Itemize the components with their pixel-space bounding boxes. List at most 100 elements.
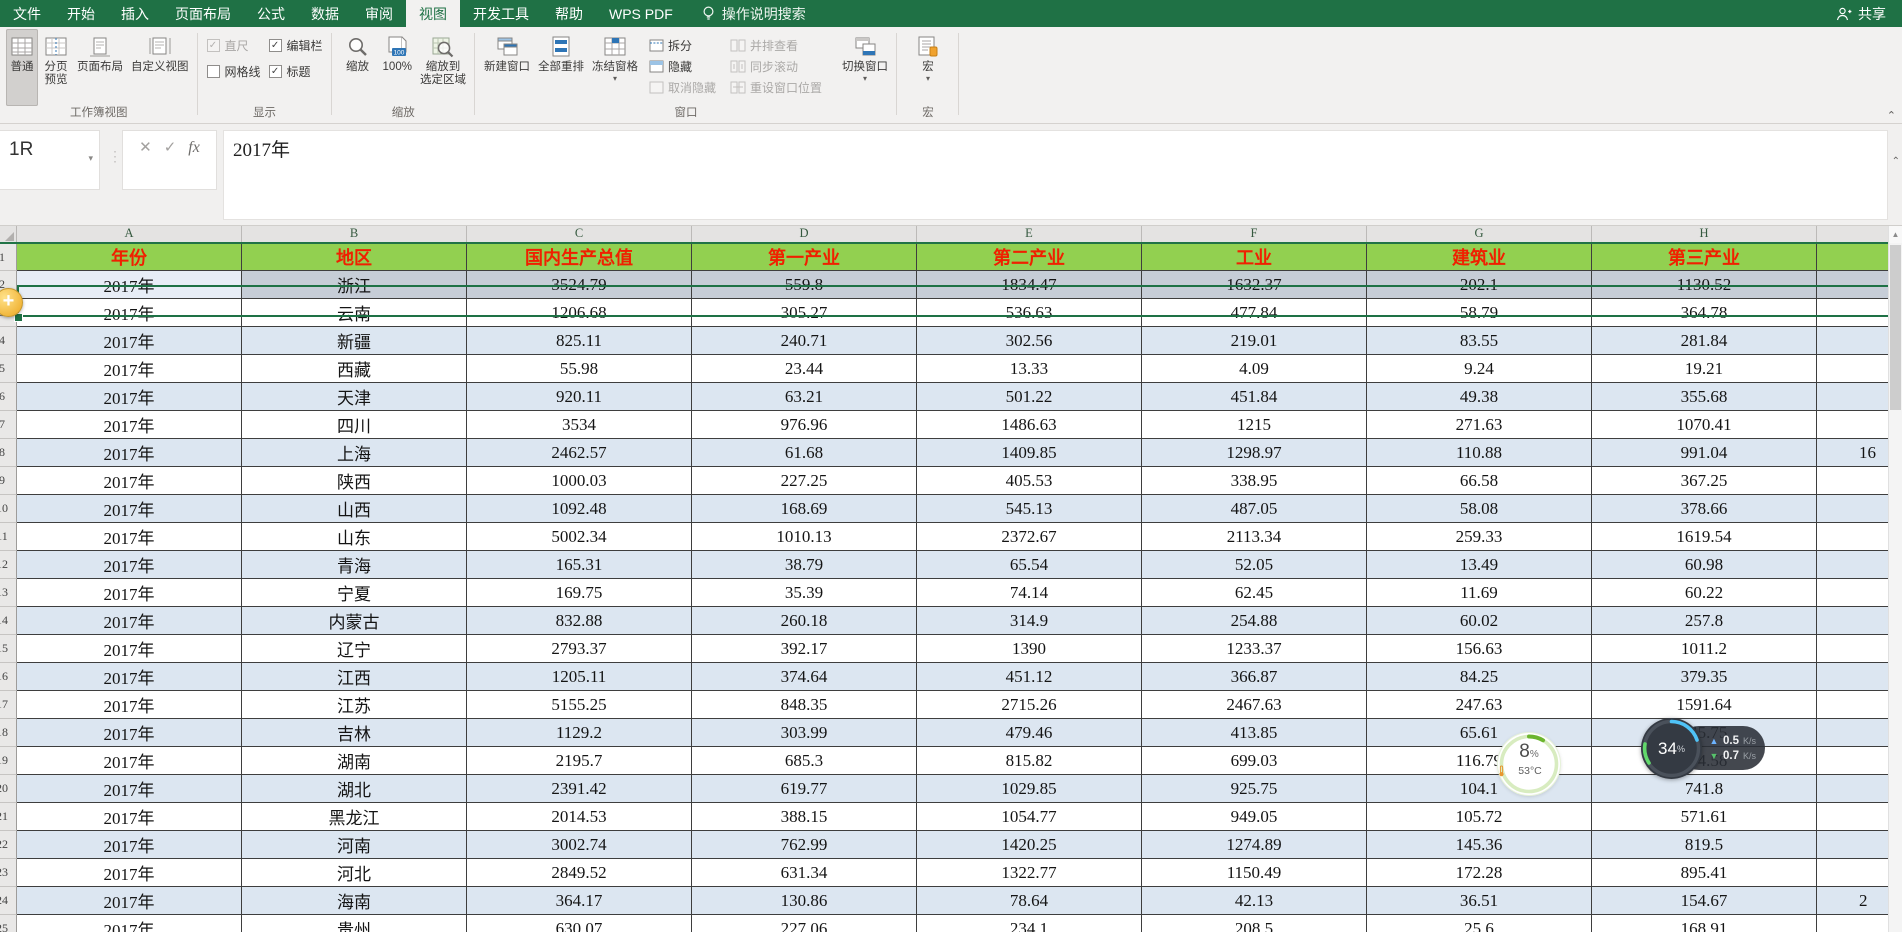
cell-I21[interactable] <box>1817 803 1888 831</box>
cell-H3[interactable]: 364.78 <box>1592 299 1817 327</box>
cell-I11[interactable] <box>1817 523 1888 551</box>
cell-C14[interactable]: 832.88 <box>467 607 692 635</box>
cell-D17[interactable]: 848.35 <box>692 691 917 719</box>
header-cell-6[interactable]: 建筑业 <box>1367 244 1592 271</box>
cell-F17[interactable]: 2467.63 <box>1142 691 1367 719</box>
synchronous-scrolling-button[interactable]: 同步滚动 <box>723 56 829 77</box>
cell-E2[interactable]: 1834.47 <box>917 271 1142 299</box>
cell-C17[interactable]: 5155.25 <box>467 691 692 719</box>
cell-B15[interactable]: 辽宁 <box>242 635 467 663</box>
scrollbar-thumb[interactable] <box>1890 245 1901 410</box>
row-header-6[interactable]: 6 <box>0 383 17 411</box>
cell-F8[interactable]: 1298.97 <box>1142 439 1367 467</box>
ribbon-tab-5[interactable]: 数据 <box>298 0 352 27</box>
select-all-corner[interactable] <box>0 226 17 242</box>
ribbon-tab-3[interactable]: 页面布局 <box>162 0 244 27</box>
cell-E6[interactable]: 501.22 <box>917 383 1142 411</box>
cell-G10[interactable]: 58.08 <box>1367 495 1592 523</box>
cell-E5[interactable]: 13.33 <box>917 355 1142 383</box>
cell-H25[interactable]: 168.91 <box>1592 915 1817 932</box>
zoom-100-button[interactable]: 100 100% <box>380 29 415 106</box>
cell-G14[interactable]: 60.02 <box>1367 607 1592 635</box>
gridlines-checkbox[interactable]: 网格线 <box>207 63 261 80</box>
freeze-panes-button[interactable]: 冻结窗格 ▾ <box>589 29 641 106</box>
cell-F14[interactable]: 254.88 <box>1142 607 1367 635</box>
cell-A21[interactable]: 2017年 <box>17 803 242 831</box>
cell-E16[interactable]: 451.12 <box>917 663 1142 691</box>
cell-C8[interactable]: 2462.57 <box>467 439 692 467</box>
cell-C15[interactable]: 2793.37 <box>467 635 692 663</box>
cell-I5[interactable] <box>1817 355 1888 383</box>
confirm-entry-icon[interactable]: ✓ <box>164 140 177 189</box>
cell-E9[interactable]: 405.53 <box>917 467 1142 495</box>
ribbon-tab-2[interactable]: 插入 <box>108 0 162 27</box>
ribbon-tab-4[interactable]: 公式 <box>244 0 298 27</box>
cell-D6[interactable]: 63.21 <box>692 383 917 411</box>
cell-H2[interactable]: 1130.52 <box>1592 271 1817 299</box>
row-header-23[interactable]: 23 <box>0 859 17 887</box>
column-header-B[interactable]: B <box>242 226 467 242</box>
cell-E3[interactable]: 536.63 <box>917 299 1142 327</box>
network-monitor-overlay[interactable]: ▲ 0.5 K/s ▼ 0.7 K/s 34% <box>1641 718 1765 779</box>
cell-B3[interactable]: 云南 <box>242 299 467 327</box>
column-header-G[interactable]: G <box>1367 226 1592 242</box>
cell-I20[interactable] <box>1817 775 1888 803</box>
cpu-temp-monitor-overlay[interactable]: 8% 53°C <box>1498 733 1560 795</box>
cell-A2[interactable]: 2017年 <box>17 271 242 299</box>
name-box[interactable]: 1R ▾ <box>0 130 100 190</box>
cell-G11[interactable]: 259.33 <box>1367 523 1592 551</box>
cell-B9[interactable]: 陕西 <box>242 467 467 495</box>
cell-C19[interactable]: 2195.7 <box>467 747 692 775</box>
cell-A22[interactable]: 2017年 <box>17 831 242 859</box>
ribbon-tab-0[interactable]: 文件 <box>0 0 54 27</box>
normal-view-button[interactable]: 普通 <box>6 29 38 106</box>
cell-E25[interactable]: 234.1 <box>917 915 1142 932</box>
cell-B16[interactable]: 江西 <box>242 663 467 691</box>
cell-C2[interactable]: 3524.79 <box>467 271 692 299</box>
cell-E24[interactable]: 78.64 <box>917 887 1142 915</box>
row-header-19[interactable]: 19 <box>0 747 17 775</box>
cell-I13[interactable] <box>1817 579 1888 607</box>
cell-D16[interactable]: 374.64 <box>692 663 917 691</box>
cell-F11[interactable]: 2113.34 <box>1142 523 1367 551</box>
cell-A13[interactable]: 2017年 <box>17 579 242 607</box>
cell-I12[interactable] <box>1817 551 1888 579</box>
cell-A9[interactable]: 2017年 <box>17 467 242 495</box>
column-header-D[interactable]: D <box>692 226 917 242</box>
cell-I3[interactable] <box>1817 299 1888 327</box>
cell-I4[interactable] <box>1817 327 1888 355</box>
cell-I24[interactable]: 2 <box>1817 887 1888 915</box>
new-window-button[interactable]: 新建窗口 <box>481 29 533 106</box>
unhide-button[interactable]: 取消隐藏 <box>642 77 723 98</box>
cell-B19[interactable]: 湖南 <box>242 747 467 775</box>
switch-windows-button[interactable]: 切换窗口 ▾ <box>839 29 891 106</box>
cell-G13[interactable]: 11.69 <box>1367 579 1592 607</box>
name-box-dropdown-caret[interactable]: ▾ <box>88 153 93 164</box>
cell-H17[interactable]: 1591.64 <box>1592 691 1817 719</box>
cell-G9[interactable]: 66.58 <box>1367 467 1592 495</box>
cell-A10[interactable]: 2017年 <box>17 495 242 523</box>
cell-D11[interactable]: 1010.13 <box>692 523 917 551</box>
view-side-by-side-button[interactable]: 并排查看 <box>723 35 829 56</box>
cell-C23[interactable]: 2849.52 <box>467 859 692 887</box>
scroll-up-arrow[interactable]: ▲ <box>1889 226 1902 243</box>
cell-H21[interactable]: 571.61 <box>1592 803 1817 831</box>
cell-A11[interactable]: 2017年 <box>17 523 242 551</box>
ribbon-tab-6[interactable]: 审阅 <box>352 0 406 27</box>
cell-C18[interactable]: 1129.2 <box>467 719 692 747</box>
cell-C10[interactable]: 1092.48 <box>467 495 692 523</box>
zoom-to-selection-button[interactable]: 缩放到 选定区域 <box>417 29 469 106</box>
cell-H12[interactable]: 60.98 <box>1592 551 1817 579</box>
cell-E10[interactable]: 545.13 <box>917 495 1142 523</box>
cell-G16[interactable]: 84.25 <box>1367 663 1592 691</box>
headings-checkbox[interactable]: ✓ 标题 <box>269 63 323 80</box>
cell-E21[interactable]: 1054.77 <box>917 803 1142 831</box>
column-header-A[interactable]: A <box>17 226 242 242</box>
cell-B21[interactable]: 黑龙江 <box>242 803 467 831</box>
cell-G7[interactable]: 271.63 <box>1367 411 1592 439</box>
header-cell-0[interactable]: 年份 <box>17 244 242 271</box>
cell-I17[interactable] <box>1817 691 1888 719</box>
cell-H10[interactable]: 378.66 <box>1592 495 1817 523</box>
cell-F10[interactable]: 487.05 <box>1142 495 1367 523</box>
cell-G3[interactable]: 58.79 <box>1367 299 1592 327</box>
